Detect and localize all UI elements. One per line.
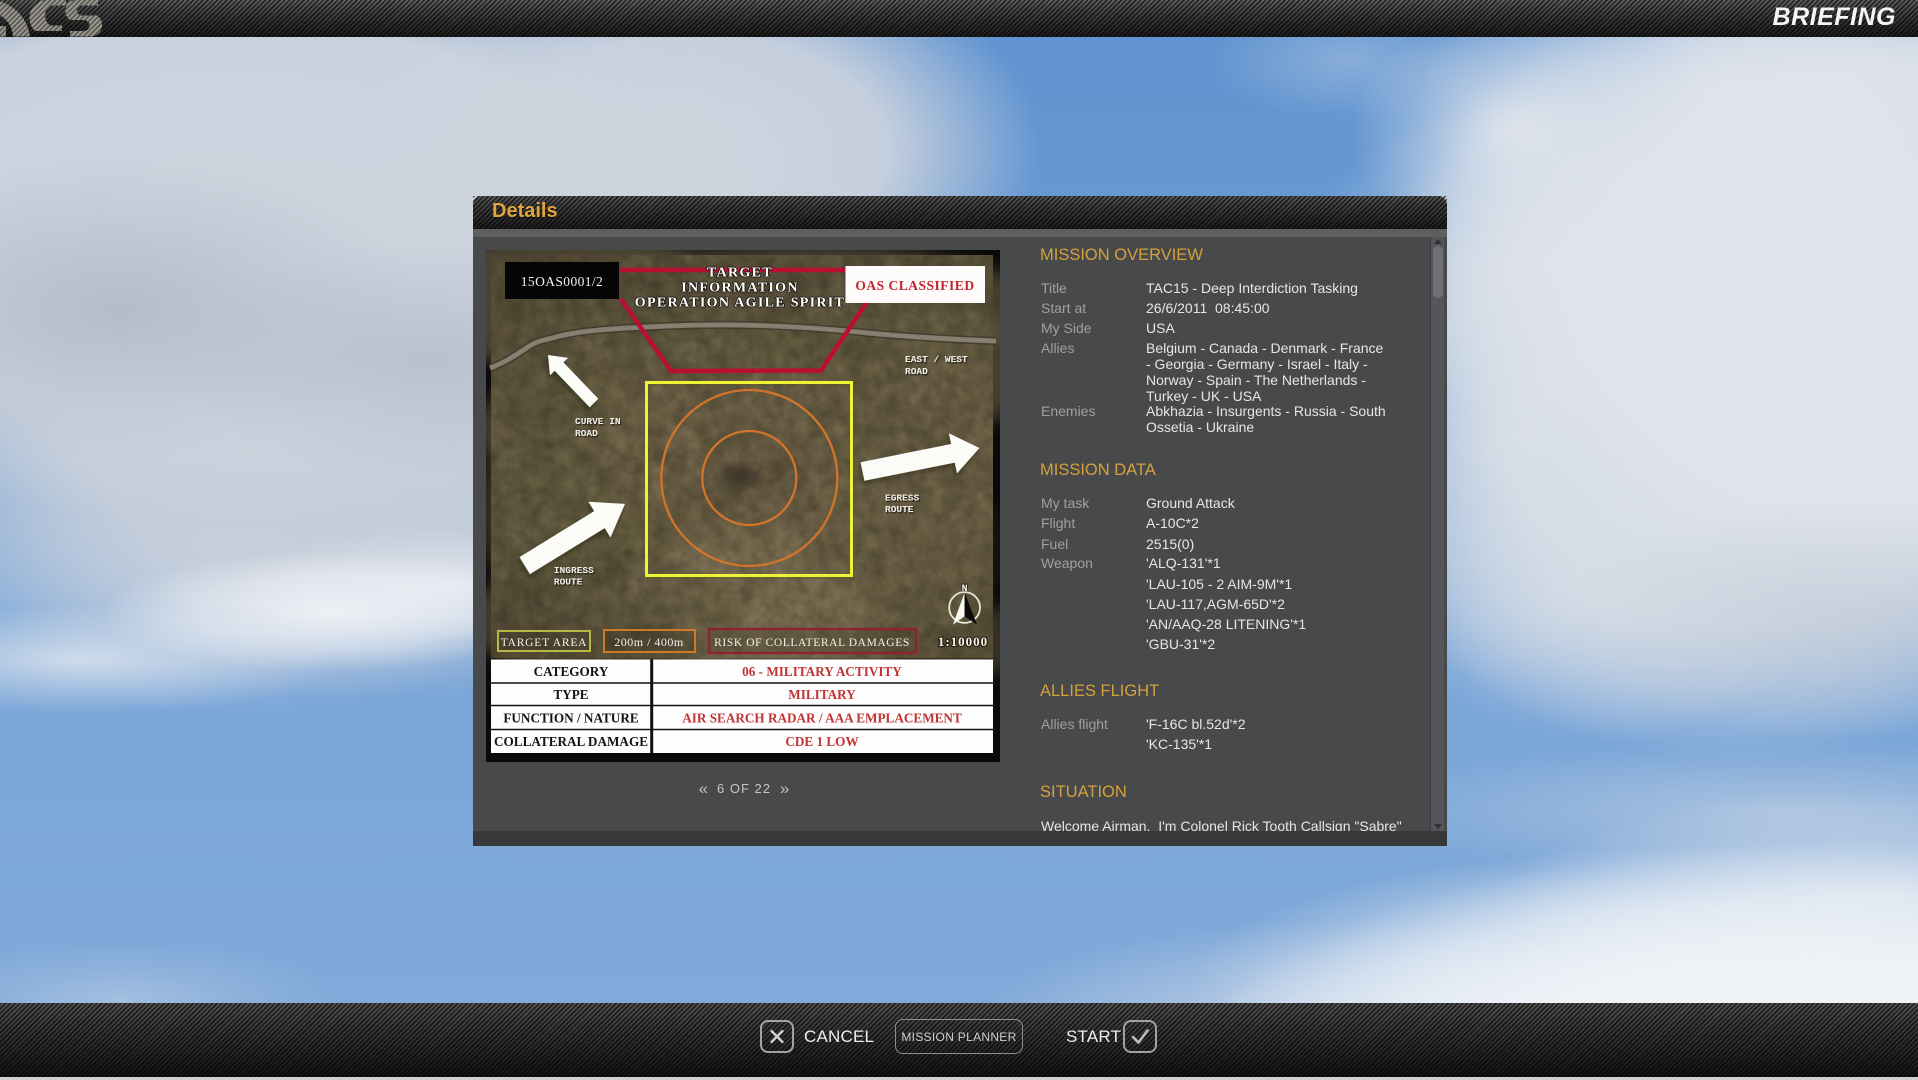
svg-text:200m / 400m: 200m / 400m	[614, 635, 684, 649]
svg-text:EGRESS: EGRESS	[885, 493, 920, 504]
svg-text:ROUTE: ROUTE	[885, 504, 914, 515]
svg-text:OPERATION AGILE SPIRIT: OPERATION AGILE SPIRIT	[635, 296, 845, 311]
svg-text:CURVE IN: CURVE IN	[575, 416, 621, 427]
svg-text:RISK OF COLLATERAL DAMAGES: RISK OF COLLATERAL DAMAGES	[714, 637, 910, 649]
svg-text:AIR SEARCH RADAR / AAA EMPLACE: AIR SEARCH RADAR / AAA EMPLACEMENT	[682, 711, 962, 726]
svg-text:CATEGORY: CATEGORY	[534, 664, 609, 679]
svg-text:15OAS0001/2: 15OAS0001/2	[521, 274, 603, 289]
svg-text:OAS CLASSIFIED: OAS CLASSIFIED	[855, 278, 974, 293]
svg-text:COLLATERAL DAMAGE: COLLATERAL DAMAGE	[494, 734, 648, 749]
svg-text:TARGET AREA: TARGET AREA	[501, 637, 588, 649]
svg-text:ROAD: ROAD	[905, 366, 928, 377]
svg-text:INGRESS: INGRESS	[554, 565, 594, 576]
svg-text:EAST / WEST: EAST / WEST	[905, 354, 968, 365]
svg-text:TARGET: TARGET	[707, 266, 773, 281]
svg-text:TYPE: TYPE	[553, 687, 588, 702]
svg-text:ROUTE: ROUTE	[554, 577, 583, 588]
svg-text:06 - MILITARY ACTIVITY: 06 - MILITARY ACTIVITY	[742, 664, 902, 679]
svg-text:INFORMATION: INFORMATION	[681, 281, 798, 296]
svg-text:MILITARY: MILITARY	[788, 687, 856, 702]
svg-text:FUNCTION / NATURE: FUNCTION / NATURE	[503, 711, 639, 726]
svg-text:1:10000: 1:10000	[938, 634, 988, 649]
svg-text:CDE 1 LOW: CDE 1 LOW	[785, 734, 858, 749]
svg-text:ROAD: ROAD	[575, 428, 598, 439]
